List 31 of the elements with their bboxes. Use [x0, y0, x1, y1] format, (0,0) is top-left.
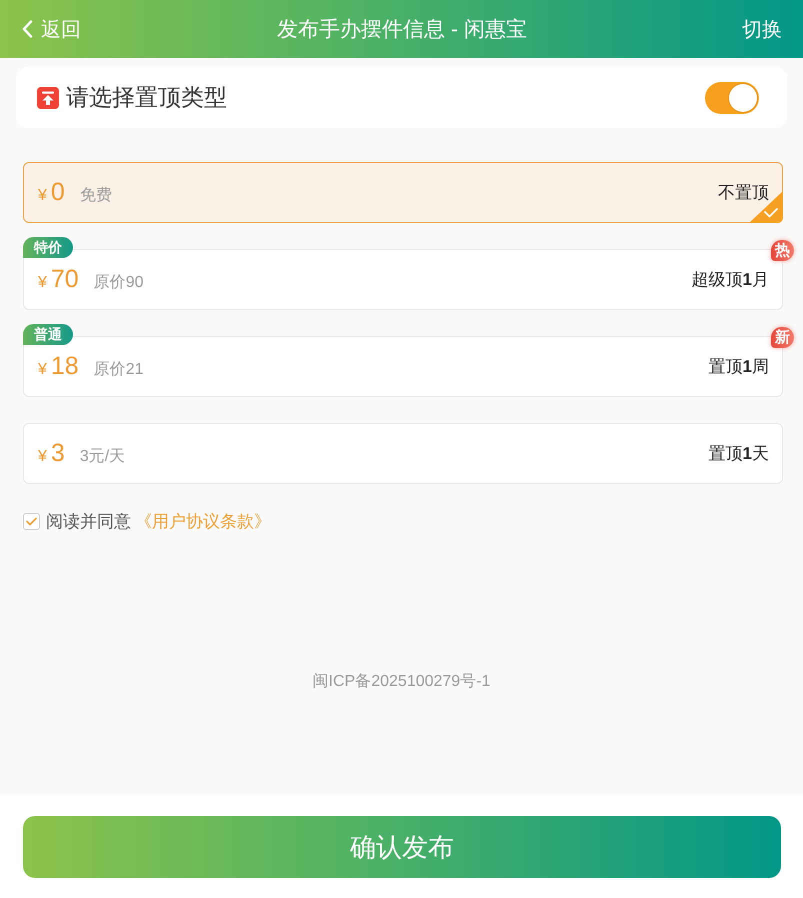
currency-sign: ¥ — [38, 448, 47, 466]
plan-option[interactable]: ¥ 3 3元/天 置顶1天 — [23, 423, 783, 484]
chevron-left-icon — [22, 20, 33, 38]
icp-record-text: 闽ICP备2025100279号-1 — [312, 672, 490, 692]
price-note: 免费 — [80, 186, 112, 206]
agreement-text: 阅读并同意 — [46, 511, 131, 533]
currency-sign: ¥ — [38, 187, 47, 205]
currency-sign: ¥ — [38, 361, 47, 379]
price-amount: 3 — [50, 439, 65, 468]
corner-badge: 热 — [771, 240, 794, 261]
price-note: 原价90 — [94, 273, 144, 293]
page-title: 发布手办摆件信息 - 闲惠宝 — [277, 17, 527, 43]
price-amount: 0 — [50, 178, 65, 207]
agreement-checkbox[interactable] — [23, 513, 40, 530]
price-amount: 70 — [50, 265, 79, 294]
price-amount: 18 — [50, 352, 79, 381]
plan-label: 置顶1天 — [708, 443, 769, 465]
plan-label: 置顶1周 — [708, 356, 769, 378]
top-type-label: 请选择置顶类型 — [66, 83, 227, 112]
toggle-switch[interactable] — [705, 82, 759, 114]
option-tag: 普通 — [23, 324, 73, 345]
price-note: 3元/天 — [80, 447, 126, 467]
plan-option[interactable]: ¥ 0 免费 不置顶 — [23, 162, 783, 223]
plan-label: 超级顶1月 — [692, 269, 769, 291]
currency-sign: ¥ — [38, 274, 47, 292]
price-note: 原价21 — [94, 360, 144, 380]
check-icon — [26, 517, 37, 526]
switch-button[interactable]: 切换 — [742, 16, 782, 42]
corner-badge: 新 — [771, 327, 794, 348]
plan-label: 不置顶 — [718, 182, 769, 204]
option-tag: 特价 — [23, 237, 73, 258]
